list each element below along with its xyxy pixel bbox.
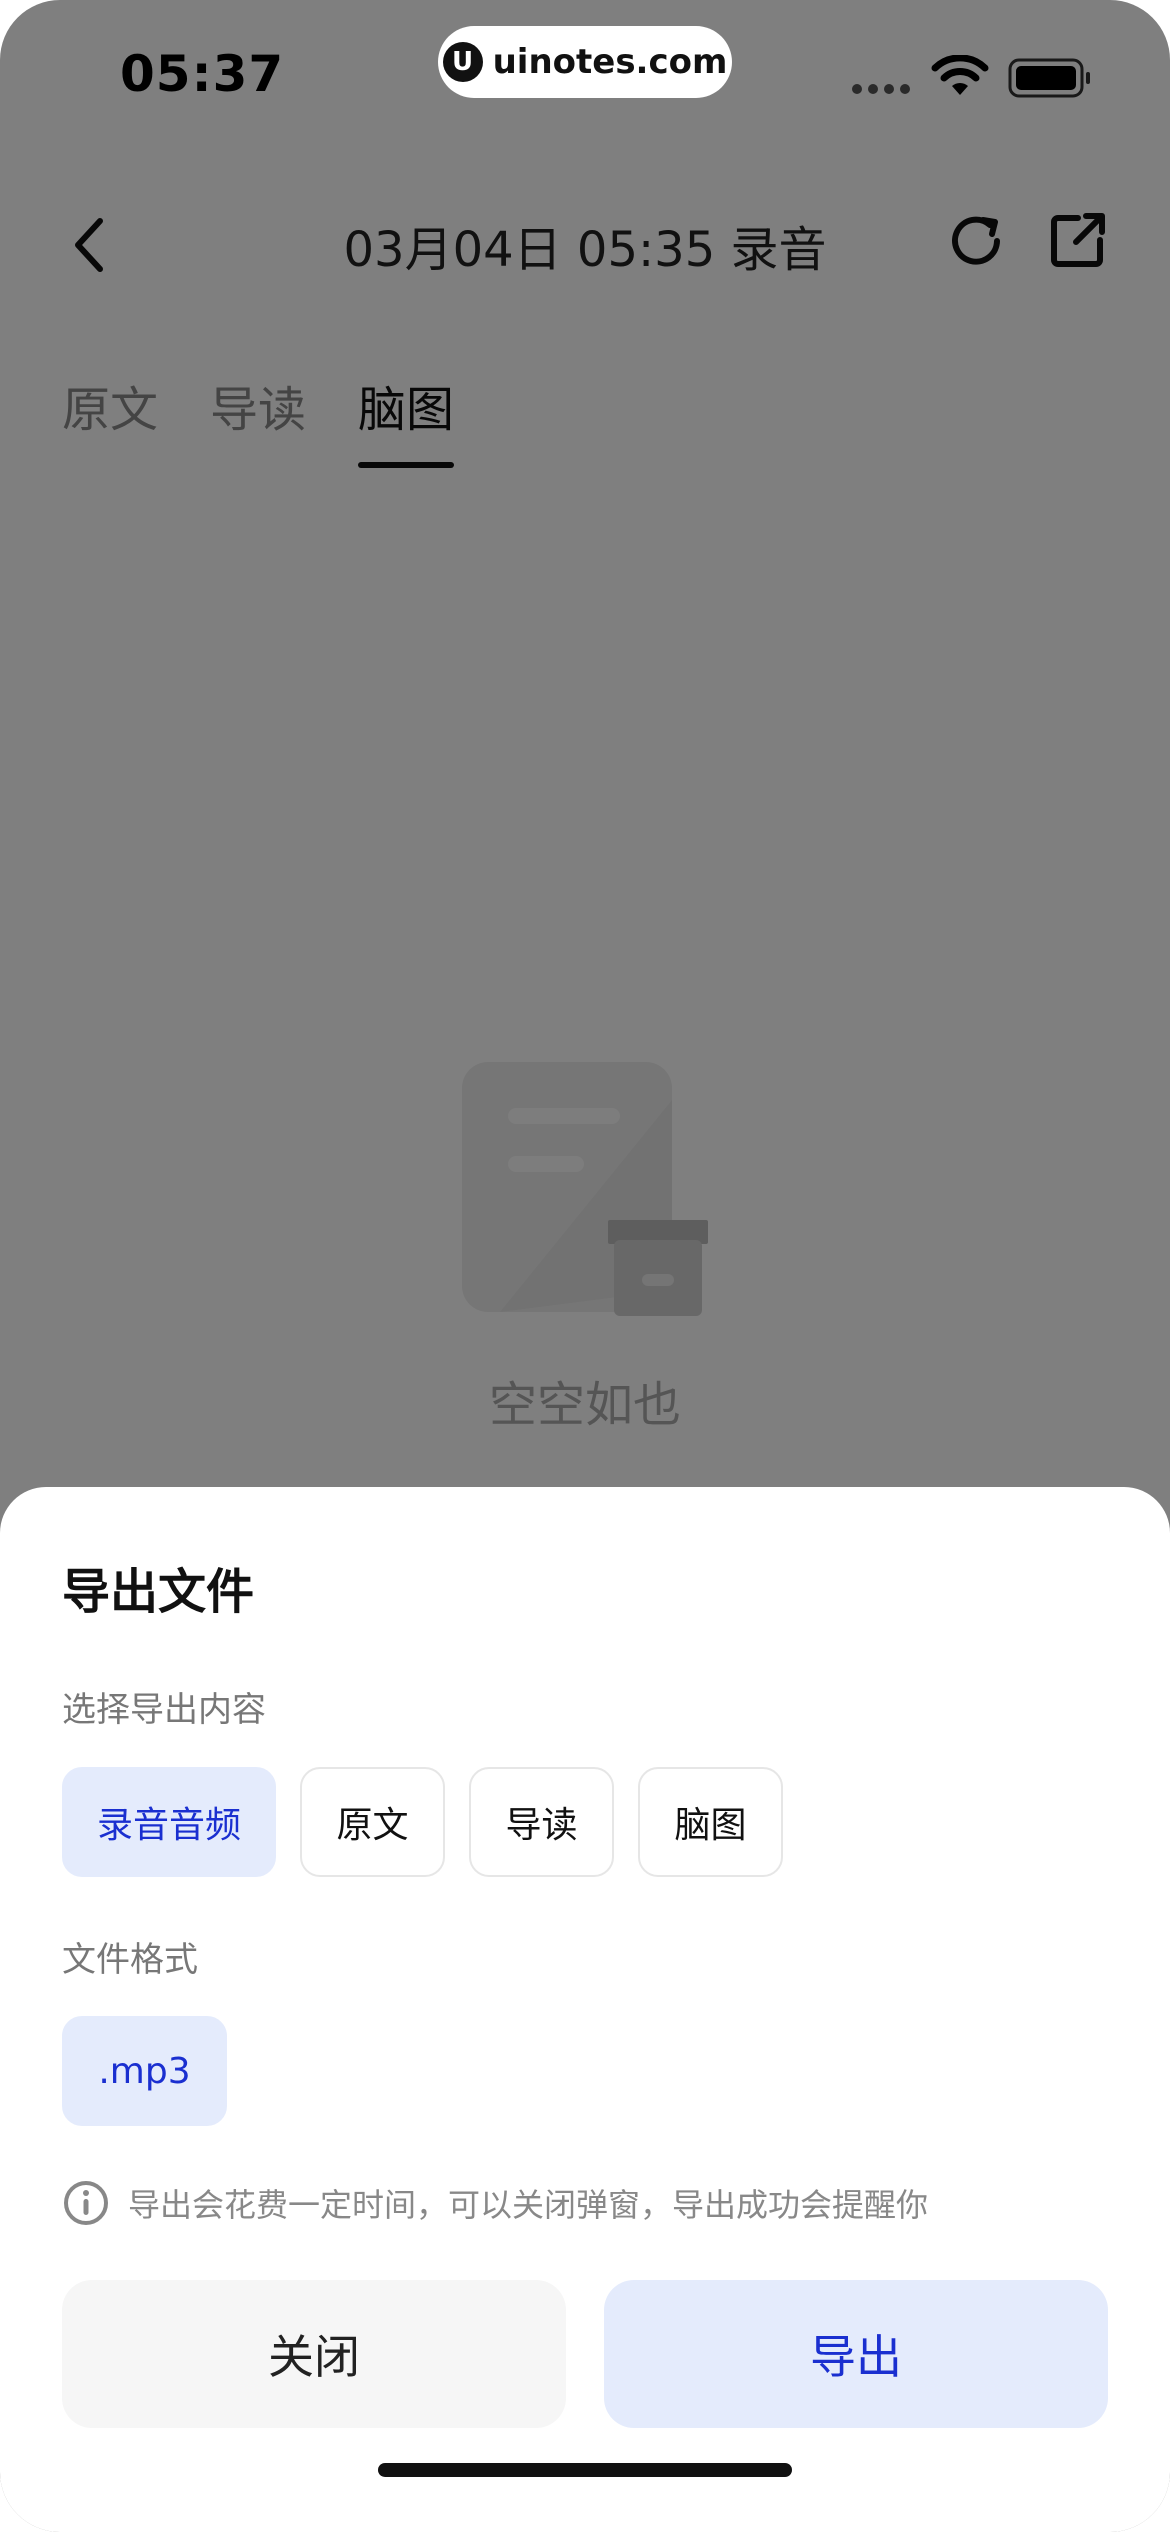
close-button[interactable]: 关闭 — [62, 2280, 566, 2428]
content-section-label: 选择导出内容 — [62, 1690, 266, 1730]
home-indicator[interactable] — [378, 2463, 792, 2477]
option-guide[interactable]: 导读 — [469, 1767, 614, 1877]
phone-screen: 05:37 03月04日 05:35 录音 原文 导读 脑 — [0, 0, 1170, 2532]
export-note-text: 导出会花费一定时间，可以关闭弹窗，导出成功会提醒你 — [128, 2186, 929, 2224]
export-button[interactable]: 导出 — [604, 2280, 1108, 2428]
option-original[interactable]: 原文 — [300, 1767, 445, 1877]
uinotes-logo-icon: U — [442, 42, 483, 82]
option-mindmap[interactable]: 脑图 — [638, 1767, 783, 1877]
format-mp3[interactable]: .mp3 — [62, 2016, 227, 2126]
sheet-title: 导出文件 — [62, 1564, 255, 1620]
format-section-label: 文件格式 — [62, 1940, 198, 1980]
info-icon — [64, 2181, 108, 2225]
option-recording-audio[interactable]: 录音音频 — [62, 1767, 276, 1877]
export-bottom-sheet: 导出文件 选择导出内容 录音音频 原文 导读 脑图 文件格式 .mp3 导出会花… — [0, 1487, 1170, 2532]
watermark-url: uinotes.com — [492, 42, 728, 82]
watermark-pill: U uinotes.com — [438, 26, 732, 98]
export-note: 导出会花费一定时间，可以关闭弹窗，导出成功会提醒你 — [62, 2179, 928, 2227]
